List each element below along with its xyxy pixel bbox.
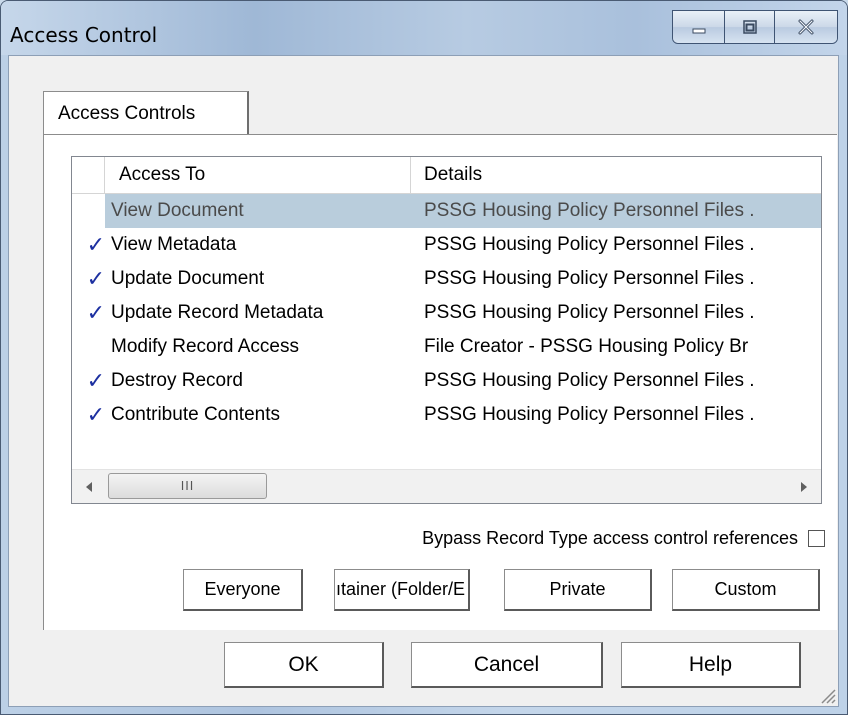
access-list[interactable]: Access To Details View Document PSSG Hou… <box>71 156 822 504</box>
resize-grip-icon[interactable] <box>818 686 836 704</box>
minimize-button[interactable] <box>673 11 725 43</box>
list-row-view-metadata[interactable]: ✓ View Metadata PSSG Housing Policy Pers… <box>72 228 821 262</box>
row-access: Contribute Contents <box>111 404 280 425</box>
row-details: PSSG Housing Policy Personnel Files . <box>424 200 755 221</box>
list-row-update-record-metadata[interactable]: ✓ Update Record Metadata PSSG Housing Po… <box>72 296 821 330</box>
list-rows: View Document PSSG Housing Policy Person… <box>72 194 821 432</box>
list-row-destroy-record[interactable]: ✓ Destroy Record PSSG Housing Policy Per… <box>72 364 821 398</box>
everyone-button[interactable]: Everyone <box>183 569 303 611</box>
header-check-column[interactable] <box>72 157 105 193</box>
list-row-view-document[interactable]: View Document PSSG Housing Policy Person… <box>72 194 821 228</box>
cancel-button[interactable]: Cancel <box>411 642 603 688</box>
row-details: PSSG Housing Policy Personnel Files . <box>424 404 755 425</box>
scroll-thumb[interactable]: III <box>108 473 267 499</box>
list-header: Access To Details <box>72 157 821 194</box>
tab-access-controls[interactable]: Access Controls <box>43 91 249 135</box>
maximize-button[interactable] <box>725 11 775 43</box>
caption-buttons <box>672 10 838 44</box>
check-mark: ✓ <box>86 300 105 325</box>
access-control-window: Access Control Access Controls Access To… <box>0 0 848 715</box>
custom-button[interactable]: Custom <box>672 569 820 611</box>
check-mark: ✓ <box>86 266 105 291</box>
scroll-left-button[interactable] <box>72 470 106 503</box>
horizontal-scrollbar[interactable]: III <box>72 469 821 503</box>
row-details: File Creator - PSSG Housing Policy Br <box>424 336 749 357</box>
row-details: PSSG Housing Policy Personnel Files . <box>424 370 755 391</box>
bypass-label: Bypass Record Type access control refere… <box>422 528 798 548</box>
row-access: Modify Record Access <box>111 336 299 357</box>
row-access: Update Document <box>111 268 265 289</box>
dialog-client-area: Access Controls Access To Details View D… <box>8 55 839 707</box>
scroll-right-button[interactable] <box>787 470 821 503</box>
row-access: View Document <box>111 200 244 221</box>
row-access: Update Record Metadata <box>111 302 324 323</box>
minimize-icon <box>692 28 705 34</box>
list-row-update-document[interactable]: ✓ Update Document PSSG Housing Policy Pe… <box>72 262 821 296</box>
bypass-option: Bypass Record Type access control refere… <box>422 528 825 549</box>
row-details: PSSG Housing Policy Personnel Files . <box>424 268 755 289</box>
window-title: Access Control <box>10 23 158 47</box>
ok-button[interactable]: OK <box>224 642 384 688</box>
private-button[interactable]: Private <box>504 569 652 611</box>
access-controls-panel: Access To Details View Document PSSG Hou… <box>43 134 837 630</box>
list-row-contribute-contents[interactable]: ✓ Contribute Contents PSSG Housing Polic… <box>72 398 821 432</box>
scroll-right-arrow-icon <box>801 481 807 492</box>
title-bar[interactable]: Access Control <box>1 1 847 55</box>
list-row-modify-record-access[interactable]: Modify Record Access File Creator - PSSG… <box>72 330 821 364</box>
row-details: PSSG Housing Policy Personnel Files . <box>424 302 755 323</box>
row-access: View Metadata <box>111 234 237 255</box>
close-icon <box>798 19 814 35</box>
help-button[interactable]: Help <box>621 642 801 688</box>
check-mark: ✓ <box>86 232 105 257</box>
close-button[interactable] <box>775 11 837 43</box>
check-mark: ✓ <box>86 368 105 393</box>
row-details: PSSG Housing Policy Personnel Files . <box>424 234 755 255</box>
maximize-icon <box>742 20 757 34</box>
check-mark: ✓ <box>86 402 105 427</box>
container-button[interactable]: ıtainer (Folder/E <box>334 569 470 611</box>
header-details[interactable]: Details <box>411 157 821 193</box>
scroll-left-arrow-icon <box>86 481 92 492</box>
bypass-checkbox[interactable] <box>808 530 825 547</box>
row-access: Destroy Record <box>111 370 243 391</box>
header-access-to[interactable]: Access To <box>105 157 411 193</box>
